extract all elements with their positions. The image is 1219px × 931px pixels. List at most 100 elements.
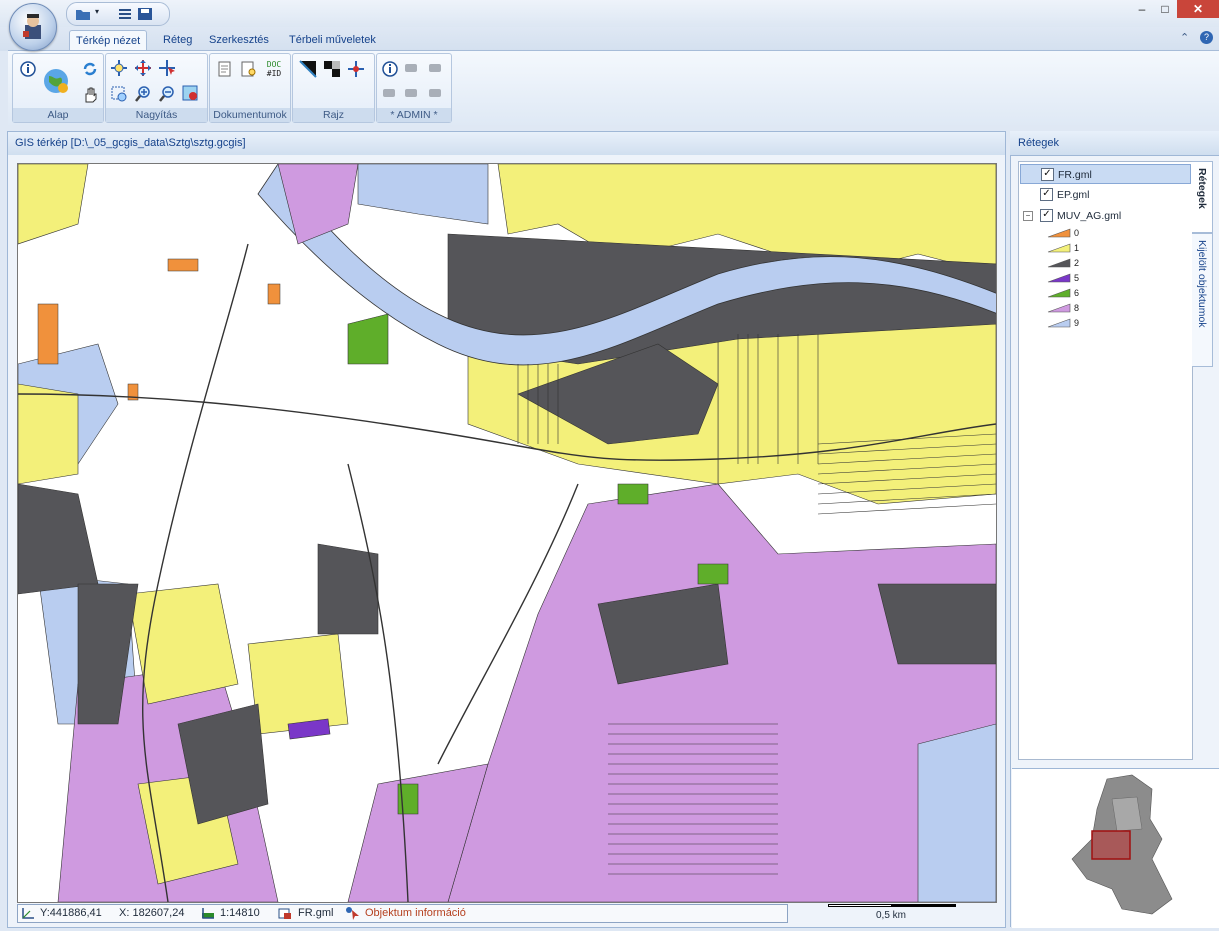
zoom-extent-icon[interactable]	[110, 59, 128, 77]
legend-swatch-9	[1047, 318, 1071, 328]
layer-name-muv-ag: MUV_AG.gml	[1057, 210, 1122, 222]
legend-swatch-1	[1047, 243, 1071, 253]
legend-label-9: 9	[1074, 318, 1080, 328]
vtab-layers[interactable]: Rétegek	[1192, 161, 1213, 233]
overview-drawing	[1071, 774, 1173, 915]
map-drawing	[18, 164, 996, 902]
close-button[interactable]: ✕	[1177, 0, 1219, 18]
vtab-selected-objects[interactable]: Kijelölt objektumok	[1192, 233, 1213, 367]
dropdown-arrow-icon[interactable]: ▾	[95, 7, 99, 16]
status-strip: Y:441886,41 X: 182607,24 1:14810 FR.gml …	[17, 904, 788, 923]
status-active-layer: FR.gml	[298, 907, 334, 919]
layer-name-fr: FR.gml	[1058, 169, 1092, 181]
admin-tool-5-icon[interactable]	[429, 89, 441, 97]
title-bar	[0, 0, 1219, 27]
application-menu-button[interactable]	[9, 3, 57, 51]
map-panel-header: GIS térkép [D:\_05_gcgis_data\Sztg\sztg.…	[7, 131, 1006, 157]
tab-terbeli-muveletek[interactable]: Térbeli műveletek	[283, 30, 382, 50]
group-label-dokumentumok: Dokumentumok	[210, 108, 290, 122]
tab-terkep-nezet[interactable]: Térkép nézet	[69, 30, 148, 51]
minimize-button[interactable]: –	[1131, 2, 1153, 16]
globe-icon[interactable]	[41, 66, 71, 96]
legend-swatch-0	[1047, 228, 1071, 238]
document-search-icon[interactable]	[240, 60, 258, 78]
quick-access-toolbar: ▾	[66, 2, 170, 26]
info-icon[interactable]	[19, 60, 37, 78]
active-layer-icon	[278, 908, 291, 919]
overview-map[interactable]	[1012, 768, 1219, 928]
scale-bar-label: 0,5 km	[876, 910, 907, 921]
layer-item-ep[interactable]: ✓ EP.gml	[1019, 185, 1192, 205]
layer-checkbox-muv-ag[interactable]: ✓	[1040, 209, 1053, 222]
collapse-ribbon-icon[interactable]: ⌃	[1180, 31, 1189, 44]
zoom-in-icon[interactable]	[134, 85, 152, 103]
overview-viewport-rect[interactable]	[1091, 830, 1131, 860]
refresh-icon[interactable]	[81, 60, 99, 78]
id-icon-label: #ID	[266, 69, 282, 78]
admin-tool-4-icon[interactable]	[405, 89, 417, 97]
collapse-tree-icon[interactable]: −	[1023, 211, 1033, 221]
pan-hand-icon[interactable]	[81, 86, 99, 104]
admin-tool-2-icon[interactable]	[429, 64, 441, 72]
legend-label-2: 2	[1074, 258, 1080, 268]
admin-tool-1-icon[interactable]	[405, 64, 417, 72]
help-icon[interactable]: ?	[1200, 31, 1213, 44]
ribbon: Alap Nagyítás DOC #ID Dokumentumok Rajz	[8, 50, 1219, 125]
legend-swatch-6	[1047, 288, 1071, 298]
shade-icon[interactable]	[323, 60, 341, 78]
zoom-previous-icon[interactable]	[182, 85, 200, 103]
legend-label-0: 0	[1074, 228, 1080, 238]
legend-swatch-8	[1047, 303, 1071, 313]
group-label-alap: Alap	[13, 108, 103, 122]
group-admin: * ADMIN *	[376, 53, 452, 123]
app-logo-icon	[23, 14, 41, 39]
zoom-out-icon[interactable]	[158, 85, 176, 103]
tab-szerkesztes[interactable]: Szerkesztés	[203, 30, 275, 50]
group-label-nagyitas: Nagyítás	[106, 108, 207, 122]
group-dokumentumok: DOC #ID Dokumentumok	[209, 53, 291, 123]
document-id-icon[interactable]: DOC #ID	[262, 60, 286, 78]
group-rajz: Rajz	[292, 53, 375, 123]
maximize-button[interactable]: □	[1154, 2, 1176, 16]
move-icon[interactable]	[347, 60, 365, 78]
ribbon-tab-row: Térkép nézet Réteg Szerkesztés Térbeli m…	[0, 27, 1219, 51]
legend-swatch-5	[1047, 273, 1071, 283]
legend-label-6: 6	[1074, 288, 1080, 298]
group-alap: Alap	[12, 53, 104, 123]
group-label-rajz: Rajz	[293, 108, 374, 122]
status-scale: 1:14810	[220, 907, 260, 919]
zoom-all-icon[interactable]	[134, 59, 152, 77]
document-icon[interactable]	[216, 60, 234, 78]
coordinates-icon	[22, 908, 34, 919]
admin-tool-3-icon[interactable]	[383, 89, 395, 97]
layers-panel-header: Rétegek	[1010, 131, 1219, 156]
vtab-selected-objects-label: Kijelölt objektumok	[1196, 240, 1208, 328]
status-x-coordinate: X: 182607,24	[119, 907, 185, 919]
open-folder-icon[interactable]	[75, 7, 91, 21]
layer-item-muv-ag[interactable]: − ✓ MUV_AG.gml	[1019, 206, 1192, 226]
zoom-window-icon[interactable]	[110, 85, 128, 103]
layer-name-ep: EP.gml	[1057, 189, 1090, 201]
group-label-admin: * ADMIN *	[377, 108, 451, 122]
status-object-info: Objektum információ	[365, 907, 466, 919]
legend-label-1: 1	[1074, 243, 1080, 253]
layer-checkbox-ep[interactable]: ✓	[1040, 188, 1053, 201]
map-canvas[interactable]	[17, 163, 997, 903]
legend-swatch-2	[1047, 258, 1071, 268]
map-panel-title: GIS térkép [D:\_05_gcgis_data\Sztg\sztg.…	[15, 137, 246, 149]
layer-item-fr[interactable]: ✓ FR.gml	[1020, 164, 1191, 184]
admin-info-icon[interactable]	[381, 60, 399, 78]
status-y-coordinate: Y:441886,41	[40, 907, 102, 919]
legend-label-5: 5	[1074, 273, 1080, 283]
doc-icon-label: DOC	[266, 60, 282, 69]
group-nagyitas: Nagyítás	[105, 53, 208, 123]
fill-pattern-icon[interactable]	[299, 60, 317, 78]
layer-checkbox-fr[interactable]: ✓	[1041, 168, 1054, 181]
scale-icon	[202, 908, 214, 919]
object-info-cursor-icon	[346, 907, 359, 920]
save-icon[interactable]	[137, 7, 153, 21]
tab-reteg[interactable]: Réteg	[157, 30, 198, 50]
vtab-layers-label: Rétegek	[1196, 168, 1208, 209]
zoom-selection-icon[interactable]	[158, 59, 176, 77]
layers-stack-icon[interactable]	[117, 7, 133, 21]
